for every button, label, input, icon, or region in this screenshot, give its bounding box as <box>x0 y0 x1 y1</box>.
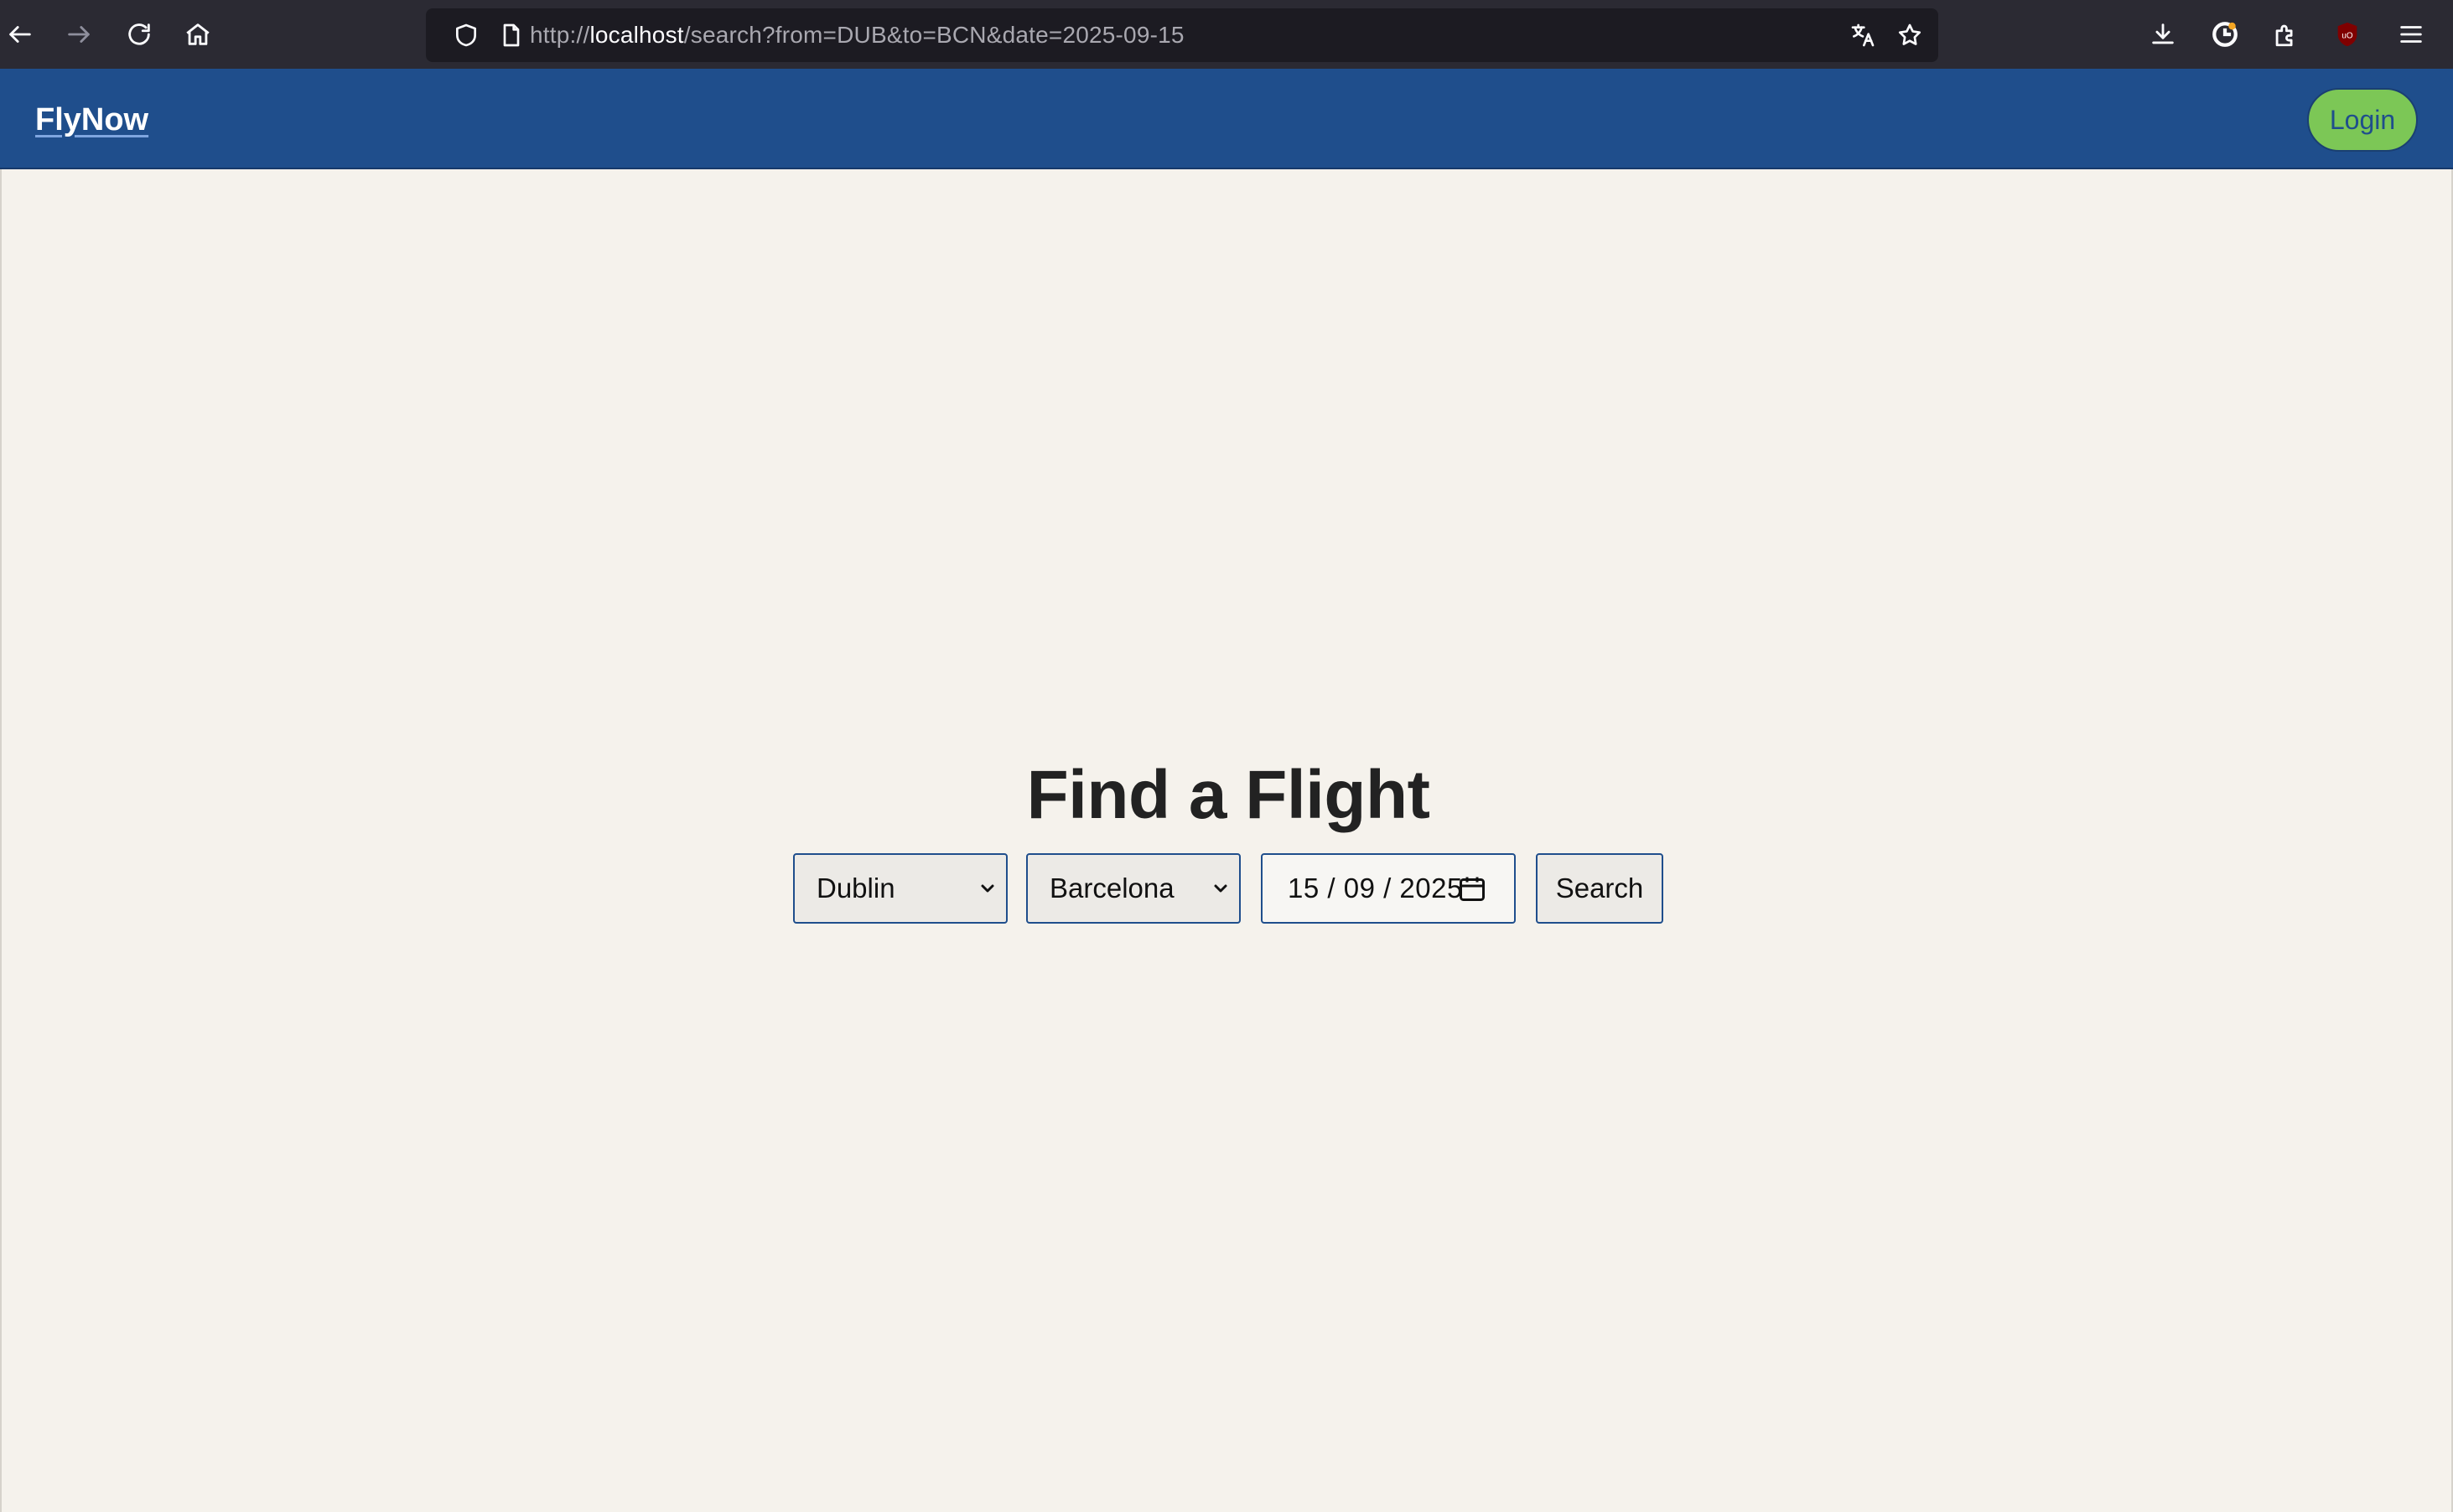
translate-icon[interactable] <box>1848 20 1878 50</box>
page-title: Find a Flight <box>1026 757 1430 833</box>
to-airport-value: Barcelona <box>1050 873 1175 904</box>
browser-toolbar: http://localhost/search?from=DUB&to=BCN&… <box>0 0 2453 69</box>
home-icon[interactable] <box>178 14 218 54</box>
forward-arrow-icon[interactable] <box>59 14 99 54</box>
ublock-icon[interactable]: uO <box>2327 14 2367 54</box>
svg-text:uO: uO <box>2342 31 2353 40</box>
departure-date-value: 15 / 09 / 2025 <box>1288 873 1463 904</box>
to-airport-select[interactable]: Barcelona <box>1026 853 1241 924</box>
flight-search-form: Dublin Barcelona 15 / 09 / 2025 Search <box>2 853 2453 924</box>
calendar-icon[interactable] <box>1457 873 1487 904</box>
chevron-down-icon <box>981 884 994 893</box>
account-icon[interactable] <box>2205 14 2245 54</box>
from-airport-select[interactable]: Dublin <box>793 853 1008 924</box>
brand-logo-link[interactable]: FlyNow <box>35 69 148 169</box>
url-bar[interactable]: http://localhost/search?from=DUB&to=BCN&… <box>426 8 1938 62</box>
login-button[interactable]: Login <box>2307 88 2418 152</box>
download-icon[interactable] <box>2143 14 2183 54</box>
reload-icon[interactable] <box>119 14 159 54</box>
hamburger-menu-icon[interactable] <box>2391 14 2431 54</box>
url-text[interactable]: http://localhost/search?from=DUB&to=BCN&… <box>530 8 1185 62</box>
page-icon[interactable] <box>496 20 526 50</box>
search-button[interactable]: Search <box>1536 853 1663 924</box>
departure-date-input[interactable]: 15 / 09 / 2025 <box>1261 853 1516 924</box>
back-arrow-icon[interactable] <box>0 14 40 54</box>
site-header: FlyNow Login <box>0 69 2453 169</box>
star-icon[interactable] <box>1895 20 1925 50</box>
puzzle-icon[interactable] <box>2265 14 2305 54</box>
chevron-down-icon <box>1214 884 1227 893</box>
main-content: Find a Flight Dublin Barcelona 15 / 09 /… <box>0 169 2453 1512</box>
from-airport-value: Dublin <box>817 873 895 904</box>
shield-icon[interactable] <box>451 20 481 50</box>
